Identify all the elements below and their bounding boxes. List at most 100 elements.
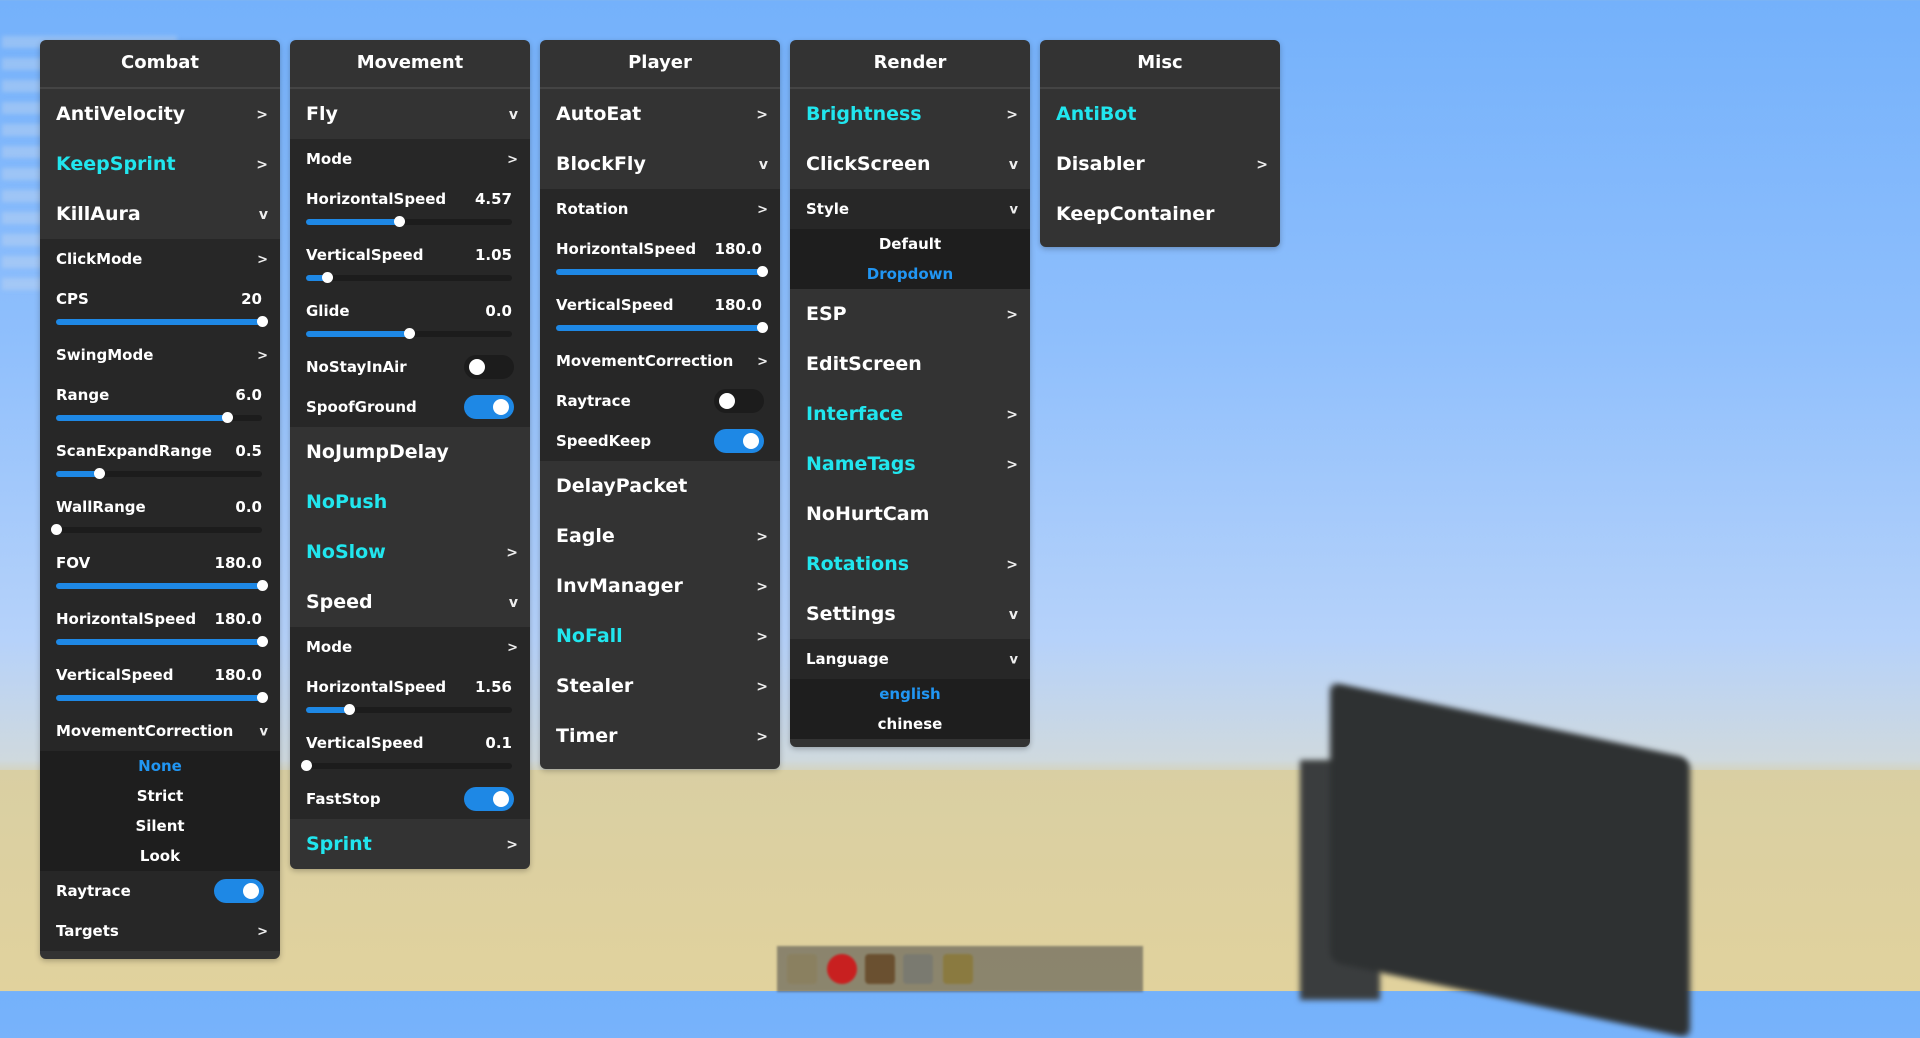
- slider-knob[interactable]: [221, 412, 233, 423]
- panel-title[interactable]: Render: [790, 40, 1030, 89]
- module-clickscreen[interactable]: ClickScreen v: [790, 139, 1030, 189]
- slider-wallrange[interactable]: WallRange 0.0: [40, 487, 280, 543]
- slider-track[interactable]: [56, 412, 262, 423]
- expand-arrow-icon[interactable]: >: [256, 157, 268, 173]
- slider-knob[interactable]: [757, 322, 768, 333]
- slider-knob[interactable]: [393, 216, 405, 227]
- module-speed[interactable]: Speed v: [290, 577, 530, 627]
- expand-arrow-icon[interactable]: >: [256, 107, 268, 123]
- expand-arrow-icon[interactable]: >: [257, 252, 268, 267]
- module-keepcontainer[interactable]: KeepContainer: [1040, 189, 1280, 239]
- module-autoeat[interactable]: AutoEat >: [540, 89, 780, 139]
- panel-title[interactable]: Misc: [1040, 40, 1280, 89]
- expand-arrow-icon[interactable]: >: [1256, 157, 1268, 173]
- setting-targets[interactable]: Targets >: [40, 911, 280, 951]
- slider-verticalspeed[interactable]: VerticalSpeed 180.0: [540, 285, 780, 341]
- slider-knob[interactable]: [257, 580, 268, 591]
- expand-arrow-icon[interactable]: >: [507, 152, 518, 167]
- option-strict[interactable]: Strict: [40, 781, 280, 811]
- slider-track[interactable]: [51, 524, 262, 535]
- module-rotations[interactable]: Rotations >: [790, 539, 1030, 589]
- collapse-arrow-icon[interactable]: v: [759, 157, 768, 173]
- slider-track[interactable]: [556, 266, 768, 277]
- expand-arrow-icon[interactable]: >: [756, 529, 768, 545]
- collapse-arrow-icon[interactable]: v: [1010, 202, 1018, 217]
- slider-fov[interactable]: FOV 180.0: [40, 543, 280, 599]
- collapse-arrow-icon[interactable]: v: [1009, 607, 1018, 623]
- setting-style[interactable]: Style v: [790, 189, 1030, 229]
- expand-arrow-icon[interactable]: >: [756, 579, 768, 595]
- module-nopush[interactable]: NoPush: [290, 477, 530, 527]
- slider-track[interactable]: [306, 272, 512, 283]
- module-noslow[interactable]: NoSlow >: [290, 527, 530, 577]
- module-delaypacket[interactable]: DelayPacket: [540, 461, 780, 511]
- slider-knob[interactable]: [94, 468, 106, 479]
- expand-arrow-icon[interactable]: >: [756, 679, 768, 695]
- option-look[interactable]: Look: [40, 841, 280, 871]
- slider-glide[interactable]: Glide 0.0: [290, 291, 530, 347]
- panel-title[interactable]: Combat: [40, 40, 280, 89]
- module-nohurtcam[interactable]: NoHurtCam: [790, 489, 1030, 539]
- collapse-arrow-icon[interactable]: v: [259, 207, 268, 223]
- expand-arrow-icon[interactable]: >: [257, 924, 268, 939]
- raytrace-toggle[interactable]: [214, 879, 264, 903]
- slider-knob[interactable]: [321, 272, 333, 283]
- slider-cps[interactable]: CPS 20: [40, 279, 280, 335]
- option-silent[interactable]: Silent: [40, 811, 280, 841]
- module-esp[interactable]: ESP >: [790, 289, 1030, 339]
- module-stealer[interactable]: Stealer >: [540, 661, 780, 711]
- panel-title[interactable]: Movement: [290, 40, 530, 89]
- setting-clickmode[interactable]: ClickMode >: [40, 239, 280, 279]
- module-nofall[interactable]: NoFall >: [540, 611, 780, 661]
- option-none[interactable]: None: [40, 751, 280, 781]
- collapse-arrow-icon[interactable]: v: [509, 595, 518, 611]
- slider-horizontalspeed[interactable]: HorizontalSpeed 1.56: [290, 667, 530, 723]
- slider-horizontalspeed[interactable]: HorizontalSpeed 4.57: [290, 179, 530, 235]
- slider-track[interactable]: [301, 760, 512, 771]
- module-keepsprint[interactable]: KeepSprint >: [40, 139, 280, 189]
- slider-knob[interactable]: [344, 704, 356, 715]
- slider-verticalspeed[interactable]: VerticalSpeed 180.0: [40, 655, 280, 711]
- expand-arrow-icon[interactable]: >: [756, 729, 768, 745]
- collapse-arrow-icon[interactable]: v: [1010, 652, 1018, 667]
- setting-rotation[interactable]: Rotation >: [540, 189, 780, 229]
- module-interface[interactable]: Interface >: [790, 389, 1030, 439]
- raytrace-toggle[interactable]: [714, 389, 764, 413]
- option-dropdown[interactable]: Dropdown: [790, 259, 1030, 289]
- module-killaura[interactable]: KillAura v: [40, 189, 280, 239]
- setting-movementcorrection[interactable]: MovementCorrection >: [540, 341, 780, 381]
- slider-track[interactable]: [56, 468, 262, 479]
- faststop-toggle[interactable]: [464, 787, 514, 811]
- slider-track[interactable]: [56, 316, 268, 327]
- collapse-arrow-icon[interactable]: v: [509, 107, 518, 123]
- expand-arrow-icon[interactable]: >: [1006, 407, 1018, 423]
- panel-title[interactable]: Player: [540, 40, 780, 89]
- expand-arrow-icon[interactable]: >: [1006, 457, 1018, 473]
- slider-verticalspeed[interactable]: VerticalSpeed 1.05: [290, 235, 530, 291]
- collapse-arrow-icon[interactable]: v: [260, 724, 268, 739]
- option-english[interactable]: english: [790, 679, 1030, 709]
- module-editscreen[interactable]: EditScreen: [790, 339, 1030, 389]
- speedkeep-toggle[interactable]: [714, 429, 764, 453]
- slider-scanexpandrange[interactable]: ScanExpandRange 0.5: [40, 431, 280, 487]
- slider-track[interactable]: [306, 216, 512, 227]
- slider-horizontalspeed[interactable]: HorizontalSpeed 180.0: [40, 599, 280, 655]
- slider-range[interactable]: Range 6.0: [40, 375, 280, 431]
- nostayinair-toggle[interactable]: [464, 355, 514, 379]
- slider-knob[interactable]: [257, 316, 268, 327]
- slider-knob[interactable]: [257, 636, 268, 647]
- expand-arrow-icon[interactable]: >: [257, 348, 268, 363]
- expand-arrow-icon[interactable]: >: [757, 354, 768, 369]
- slider-track[interactable]: [56, 692, 268, 703]
- module-sprint[interactable]: Sprint >: [290, 819, 530, 869]
- expand-arrow-icon[interactable]: >: [756, 107, 768, 123]
- slider-track[interactable]: [556, 322, 768, 333]
- setting-mode[interactable]: Mode >: [290, 627, 530, 667]
- slider-knob[interactable]: [757, 266, 768, 277]
- collapse-arrow-icon[interactable]: v: [1009, 157, 1018, 173]
- setting-movementcorrection[interactable]: MovementCorrection v: [40, 711, 280, 751]
- slider-verticalspeed[interactable]: VerticalSpeed 0.1: [290, 723, 530, 779]
- module-brightness[interactable]: Brightness >: [790, 89, 1030, 139]
- option-chinese[interactable]: chinese: [790, 709, 1030, 739]
- expand-arrow-icon[interactable]: >: [506, 837, 518, 853]
